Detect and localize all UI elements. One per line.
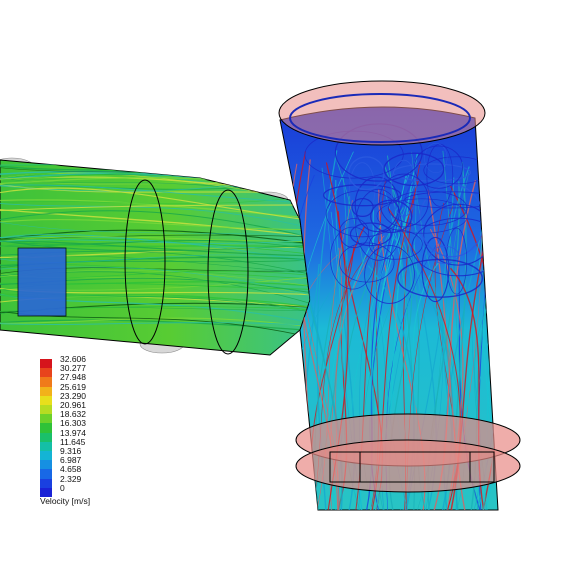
bottom-flanges	[295, 413, 521, 493]
top-flange	[278, 80, 486, 146]
streamline	[0, 160, 310, 166]
scale-label: 0	[60, 482, 65, 493]
inlet-port	[17, 247, 67, 317]
velocity-legend: 32.606 30.277 27.948 25.619 23.290 20.961 18.6…	[38, 355, 118, 506]
horizontal-pipe	[0, 159, 311, 356]
legend-title: Velocity [m/s]	[40, 496, 91, 506]
